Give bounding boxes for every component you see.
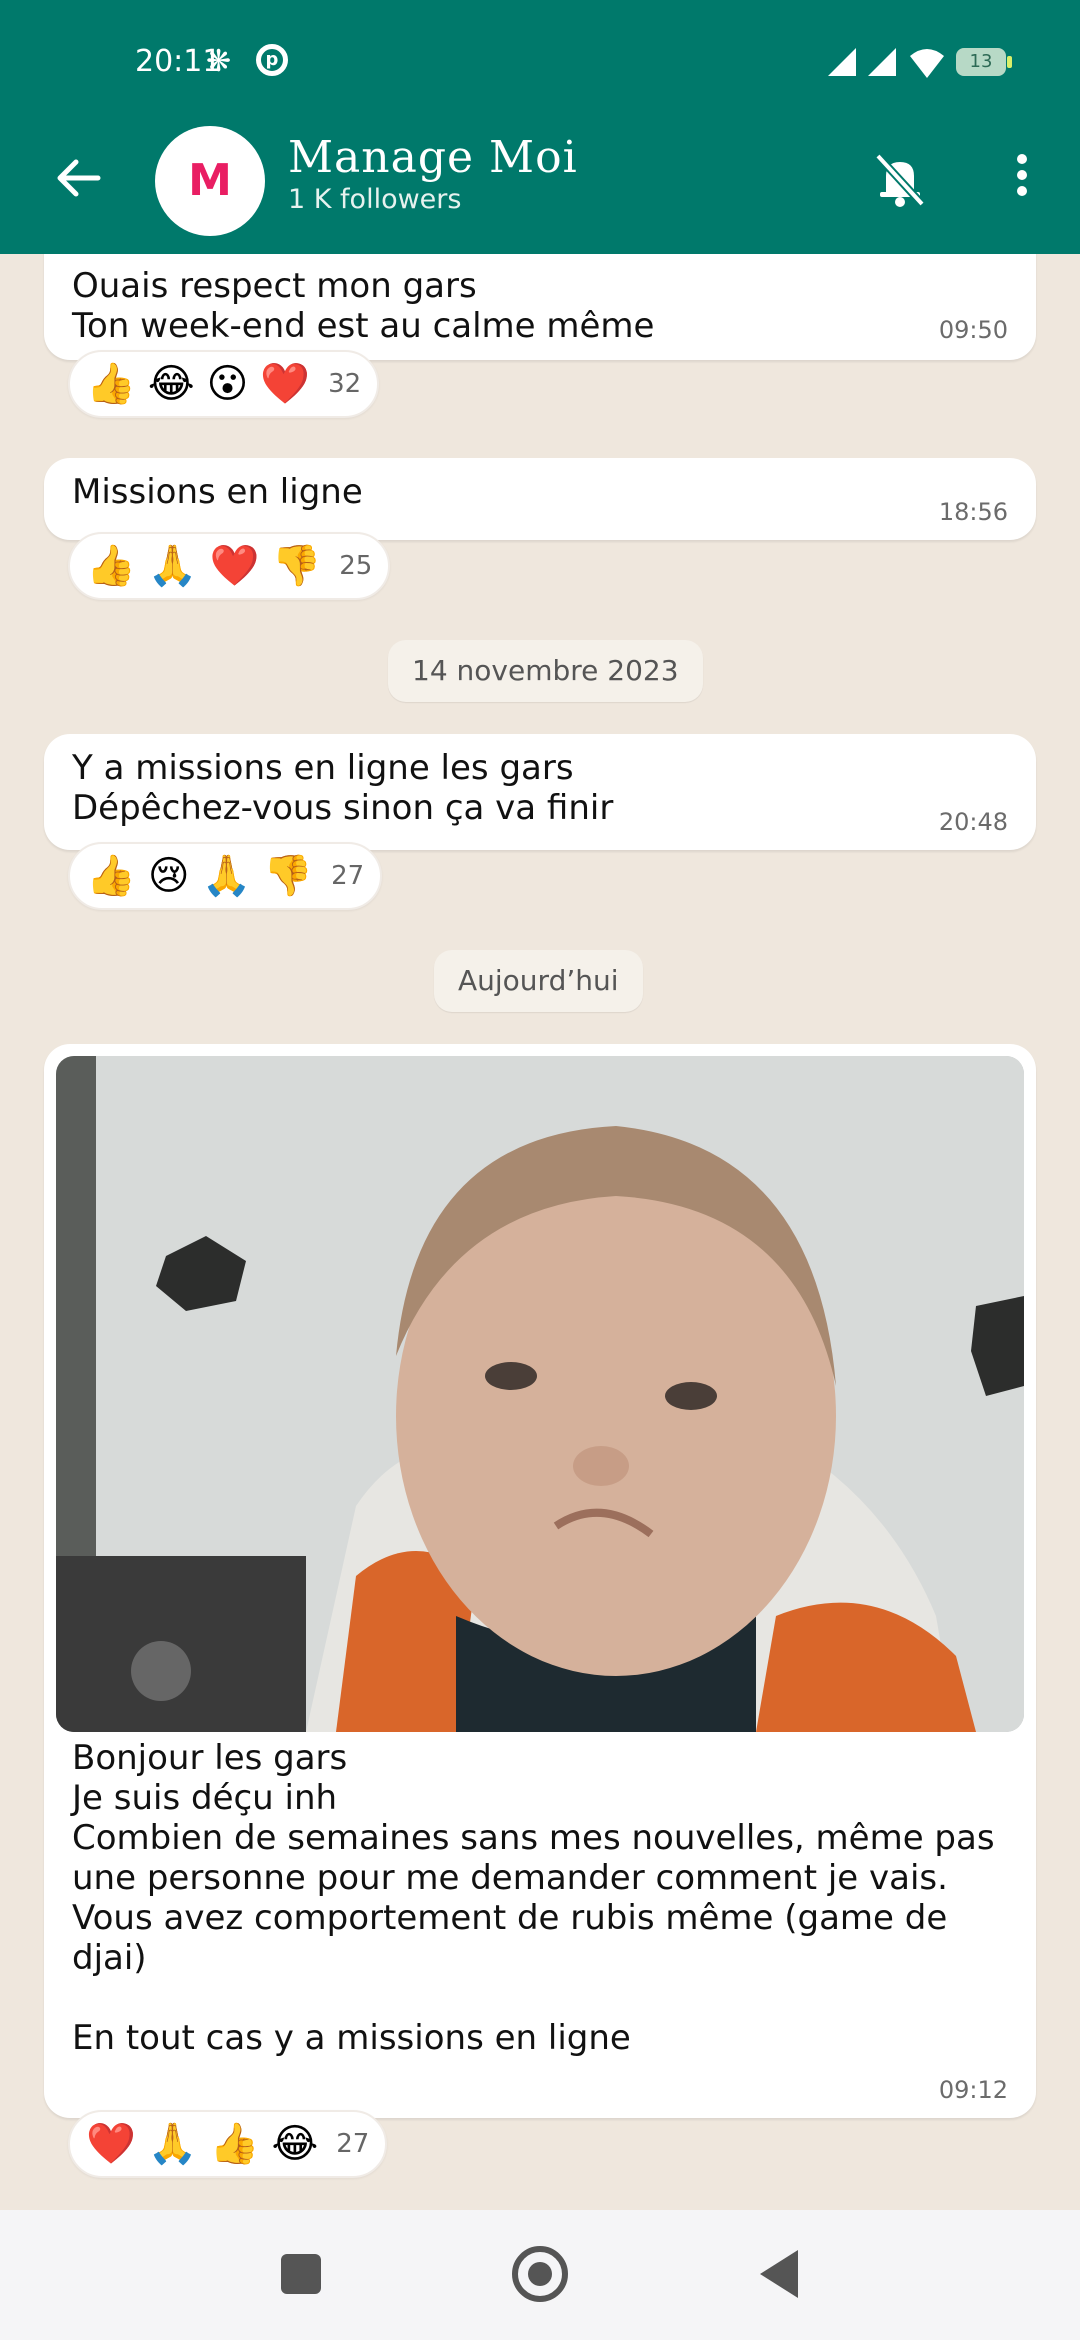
channel-name[interactable]: Manage Moi — [288, 132, 578, 183]
reaction-bar[interactable]: 👍 😂 😮 ❤️ 32 — [68, 350, 380, 418]
reaction-bar[interactable]: ❤️ 🙏 👍 😂 27 — [68, 2110, 388, 2178]
message-time: 18:56 — [938, 498, 1008, 526]
reaction-emoji: 🙏 — [147, 2121, 198, 2167]
channel-avatar[interactable]: M — [155, 126, 265, 236]
recent-apps-icon[interactable] — [281, 2254, 321, 2294]
pinterest-icon: p — [256, 44, 288, 76]
reaction-count: 27 — [331, 861, 365, 891]
message-time: 09:12 — [938, 2076, 1008, 2104]
reaction-count: 32 — [328, 369, 362, 399]
reaction-emoji: 👎 — [271, 543, 322, 589]
more-menu-icon[interactable] — [1002, 148, 1042, 208]
home-icon[interactable] — [512, 2246, 568, 2302]
bell-off-icon[interactable] — [872, 150, 928, 210]
message-bubble[interactable]: Missions en ligne 18:56 — [44, 458, 1036, 540]
message-text: Y a missions en ligne les gars Dépêchez-… — [72, 748, 614, 828]
reaction-emoji: ❤️ — [209, 543, 260, 589]
reaction-bar[interactable]: 👍 😢 🙏 👎 27 — [68, 842, 383, 910]
channel-header: 20:11 ❋ p 13 M Manage Moi 1 K followers — [0, 0, 1080, 254]
leaf-icon: ❋ — [206, 44, 232, 79]
reaction-emoji: 😢 — [147, 853, 190, 899]
reaction-emoji: 👍 — [86, 853, 136, 899]
status-bar: 20:11 ❋ p 13 — [0, 0, 1080, 120]
reaction-emoji: 👍 — [209, 2121, 260, 2167]
message-text: Ouais respect mon gars Ton week-end est … — [72, 266, 655, 346]
reaction-count: 25 — [339, 551, 373, 581]
message-photo[interactable] — [56, 1056, 1024, 1732]
battery-icon: 13 — [956, 48, 1012, 76]
reaction-bar[interactable]: 👍 🙏 ❤️ 👎 25 — [68, 532, 391, 600]
reaction-emoji: 🙏 — [147, 543, 198, 589]
reaction-emoji: 👍 — [86, 543, 136, 589]
nav-back-icon[interactable] — [760, 2250, 798, 2298]
reaction-emoji: 😂 — [271, 2121, 319, 2167]
reaction-count: 27 — [336, 2129, 370, 2159]
signal-icon-2 — [868, 48, 896, 76]
channel-followers: 1 K followers — [288, 184, 462, 215]
back-arrow-icon[interactable] — [50, 150, 106, 206]
reaction-emoji: 🙏 — [201, 853, 252, 899]
message-time: 09:50 — [938, 316, 1008, 344]
message-text: Bonjour les gars Je suis déçu inh Combie… — [72, 1738, 995, 2058]
reaction-emoji: 😮 — [206, 361, 249, 407]
wifi-icon — [910, 49, 944, 78]
reaction-emoji: 😂 — [147, 361, 195, 407]
date-separator: Aujourd’hui — [434, 950, 643, 1012]
message-bubble[interactable]: Bonjour les gars Je suis déçu inh Combie… — [44, 1044, 1036, 2118]
message-list[interactable]: Ouais respect mon gars Ton week-end est … — [0, 254, 1080, 2210]
reaction-emoji: ❤️ — [86, 2121, 136, 2167]
system-nav-bar — [0, 2210, 1080, 2340]
baby-photo-image — [56, 1056, 1024, 1732]
message-time: 20:48 — [938, 808, 1008, 836]
message-bubble[interactable]: Y a missions en ligne les gars Dépêchez-… — [44, 734, 1036, 850]
date-separator: 14 novembre 2023 — [388, 640, 703, 702]
message-text: Missions en ligne — [72, 472, 363, 512]
reaction-emoji: 👎 — [263, 853, 314, 899]
channel-logo: M — [188, 155, 232, 206]
message-bubble[interactable]: Ouais respect mon gars Ton week-end est … — [44, 254, 1036, 360]
signal-icon — [828, 48, 856, 76]
reaction-emoji: 👍 — [86, 361, 136, 407]
reaction-emoji: ❤️ — [260, 361, 311, 407]
